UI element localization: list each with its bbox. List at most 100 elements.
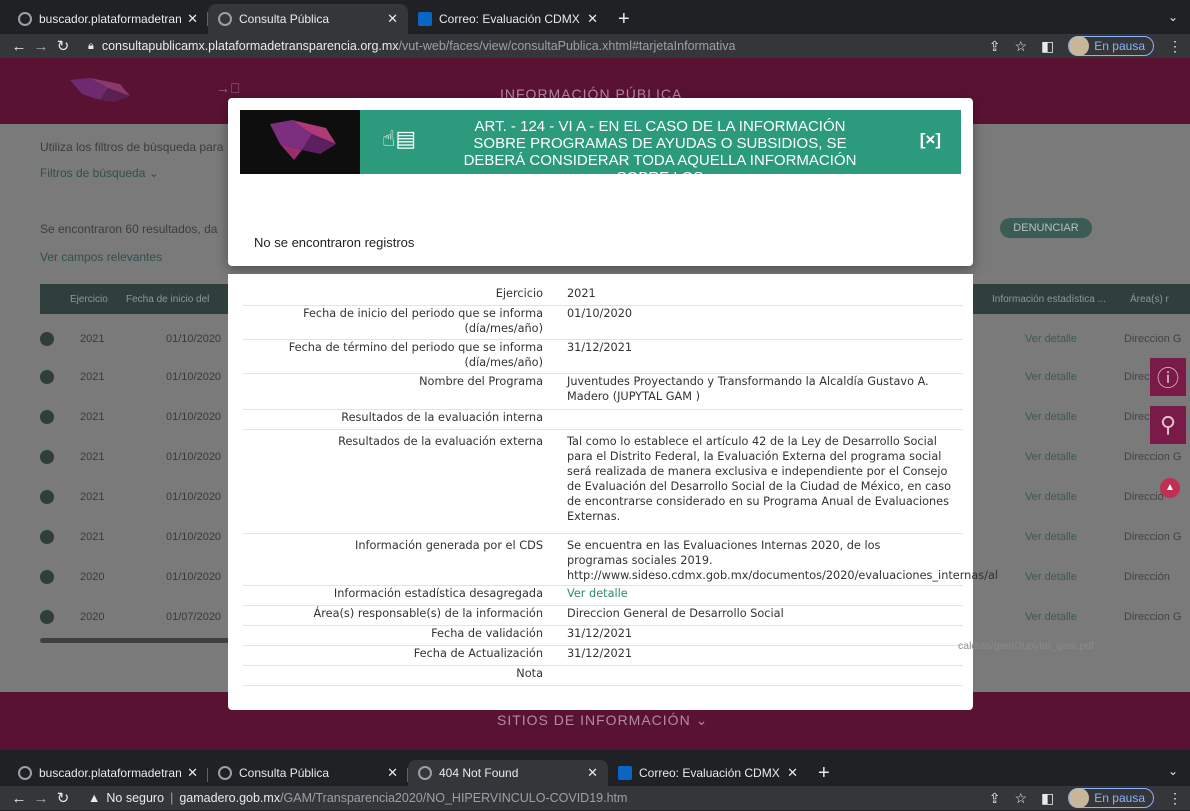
sitios-informacion-toggle[interactable]: SITIOS DE INFORMACIÓN ⌄ bbox=[497, 712, 708, 729]
avatar bbox=[1069, 788, 1090, 808]
row-date: 01/10/2020 bbox=[166, 491, 222, 503]
reload-icon[interactable]: ↻ bbox=[52, 37, 74, 55]
row-detail-link[interactable]: Ver detalle bbox=[1025, 333, 1077, 345]
info-icon[interactable] bbox=[40, 610, 54, 624]
reload-icon[interactable]: ↻ bbox=[52, 789, 74, 807]
row-detail-link[interactable]: Ver detalle bbox=[1025, 411, 1077, 423]
browser-toolbar: ← → ↻ ▲ No seguro | gamadero.gob.mx /GAM… bbox=[0, 786, 1190, 810]
close-button[interactable]: [×] bbox=[920, 130, 941, 150]
denunciar-button[interactable]: DENUNCIAR bbox=[1000, 218, 1092, 238]
new-tab-button[interactable]: + bbox=[808, 760, 840, 786]
info-icon[interactable] bbox=[40, 410, 54, 424]
detail-row-fecha-inicio: Fecha de inicio del periodo que se infor… bbox=[243, 306, 963, 340]
info-icon[interactable] bbox=[40, 530, 54, 544]
address-bar[interactable]: ▲ No seguro | gamadero.gob.mx /GAM/Trans… bbox=[80, 787, 979, 809]
warning-icon[interactable]: ▲ bbox=[88, 791, 100, 805]
info-icon[interactable] bbox=[40, 370, 54, 384]
sitios-informacion-label: SITIOS DE INFORMACIÓN bbox=[497, 712, 691, 728]
close-icon[interactable]: ✕ bbox=[187, 11, 198, 27]
row-area: Direccion G bbox=[1124, 531, 1182, 543]
detail-row-eval-interna: Resultados de la evaluación interna bbox=[243, 410, 963, 430]
col-info-estadistica[interactable]: Información estadística ... bbox=[992, 294, 1106, 305]
row-area: Direc bbox=[1124, 411, 1150, 423]
row-date: 01/07/2020 bbox=[166, 611, 222, 623]
forward-arrow-icon[interactable]: → bbox=[30, 790, 52, 807]
tab-buscador[interactable]: buscador.plataformadetranspa ✕ bbox=[8, 4, 208, 34]
row-year: 2020 bbox=[80, 571, 105, 583]
new-tab-button[interactable]: + bbox=[608, 4, 640, 34]
col-area[interactable]: Área(s) r bbox=[1130, 294, 1169, 305]
star-icon[interactable]: ☆ bbox=[1014, 38, 1027, 55]
side-panel-icon[interactable]: ◧ bbox=[1041, 38, 1054, 55]
forward-arrow-icon[interactable]: → bbox=[30, 38, 52, 55]
detail-value: Se encuentra en las Evaluaciones Interna… bbox=[567, 539, 881, 567]
share-icon[interactable]: ⇪ bbox=[989, 38, 1001, 55]
table-scrollbar[interactable] bbox=[40, 638, 230, 643]
row-date: 01/10/2020 bbox=[166, 411, 222, 423]
back-arrow-icon[interactable]: ← bbox=[8, 790, 30, 807]
close-icon[interactable]: ✕ bbox=[387, 11, 398, 27]
more-menu-icon[interactable]: ⋮ bbox=[1168, 38, 1182, 55]
tab-title: Consulta Pública bbox=[239, 12, 330, 26]
row-detail-link[interactable]: Ver detalle bbox=[1025, 371, 1077, 383]
info-icon[interactable] bbox=[40, 332, 54, 346]
more-menu-icon[interactable]: ⋮ bbox=[1168, 790, 1182, 807]
chevron-down-icon: ⌄ bbox=[695, 712, 709, 728]
col-fecha-inicio[interactable]: Fecha de inicio del bbox=[126, 294, 226, 305]
close-icon[interactable]: ✕ bbox=[587, 11, 598, 27]
row-detail-link[interactable]: Ver detalle bbox=[1025, 491, 1077, 503]
tab-search-chevron-icon[interactable]: ⌄ bbox=[1168, 764, 1178, 778]
detail-label: Ejercicio bbox=[495, 287, 543, 300]
detail-value: 31/12/2021 bbox=[567, 647, 633, 660]
detail-value: 31/12/2021 bbox=[567, 341, 633, 354]
close-icon[interactable]: ✕ bbox=[187, 765, 198, 781]
alert-icon[interactable]: ⓘ bbox=[1150, 358, 1186, 396]
close-icon[interactable]: ✕ bbox=[787, 765, 798, 781]
detail-value: 31/12/2021 bbox=[567, 627, 633, 640]
row-detail-link[interactable]: Ver detalle bbox=[1025, 531, 1077, 543]
info-icon[interactable] bbox=[40, 490, 54, 504]
tab-correo[interactable]: Correo: Evaluación CDMX - Ou ✕ bbox=[408, 4, 608, 34]
filters-toggle[interactable]: Filtros de búsqueda ⌄ bbox=[40, 166, 159, 180]
tab-title: Correo: Evaluación CDMX - Ou bbox=[639, 766, 781, 780]
scroll-up-icon[interactable]: ▲ bbox=[1160, 478, 1180, 498]
lock-icon[interactable]: 🔒︎ bbox=[88, 40, 94, 53]
row-year: 2020 bbox=[80, 611, 105, 623]
col-ejercicio[interactable]: Ejercicio bbox=[70, 294, 126, 305]
tab-buscador[interactable]: buscador.plataformadetranspa ✕ bbox=[8, 760, 208, 786]
info-icon[interactable] bbox=[40, 450, 54, 464]
row-year: 2021 bbox=[80, 333, 105, 345]
detail-label: Información estadística desagregada bbox=[333, 587, 543, 600]
browser-window-main: buscador.plataformadetranspa ✕ Consulta … bbox=[0, 0, 1190, 750]
row-area: Direc bbox=[1124, 371, 1150, 383]
tab-correo[interactable]: Correo: Evaluación CDMX - Ou ✕ bbox=[608, 760, 808, 786]
back-arrow-icon[interactable]: ← bbox=[8, 38, 30, 55]
row-detail-link[interactable]: Ver detalle bbox=[1025, 611, 1077, 623]
profile-button[interactable]: En pausa bbox=[1068, 788, 1154, 808]
tab-consulta-publica[interactable]: Consulta Pública ✕ bbox=[208, 760, 408, 786]
relevant-fields-link[interactable]: Ver campos relevantes bbox=[40, 250, 162, 264]
tab-consulta-publica[interactable]: Consulta Pública ✕ bbox=[208, 4, 408, 34]
detail-row-estadistica: Información estadística desagregada Ver … bbox=[243, 586, 963, 606]
search-help-icon[interactable]: ⚲ bbox=[1150, 406, 1186, 444]
tab-strip: buscador.plataformadetranspa ✕ Consulta … bbox=[0, 0, 1190, 34]
row-year: 2021 bbox=[80, 411, 105, 423]
close-icon[interactable]: ✕ bbox=[387, 765, 398, 781]
side-panel-icon[interactable]: ◧ bbox=[1041, 790, 1054, 807]
share-icon[interactable]: ⇪ bbox=[989, 790, 1001, 807]
row-detail-link[interactable]: Ver detalle bbox=[1025, 571, 1077, 583]
detail-row-eval-externa: Resultados de la evaluación externa Tal … bbox=[243, 430, 963, 534]
tab-404[interactable]: 404 Not Found ✕ bbox=[408, 760, 608, 786]
profile-status: En pausa bbox=[1094, 791, 1145, 805]
address-bar[interactable]: 🔒︎ consultapublicamx.plataformadetranspa… bbox=[80, 35, 979, 57]
row-area: Direccion G bbox=[1124, 611, 1182, 623]
login-icon[interactable]: →⃞ bbox=[216, 80, 241, 96]
profile-button[interactable]: En pausa bbox=[1068, 36, 1154, 56]
star-icon[interactable]: ☆ bbox=[1014, 790, 1027, 807]
row-detail-link[interactable]: Ver detalle bbox=[1025, 451, 1077, 463]
detail-label: Información generada por el CDS bbox=[354, 539, 543, 552]
info-icon[interactable] bbox=[40, 570, 54, 584]
close-icon[interactable]: ✕ bbox=[587, 765, 598, 781]
tab-search-chevron-icon[interactable]: ⌄ bbox=[1168, 10, 1178, 24]
ver-detalle-link[interactable]: Ver detalle bbox=[567, 586, 963, 601]
